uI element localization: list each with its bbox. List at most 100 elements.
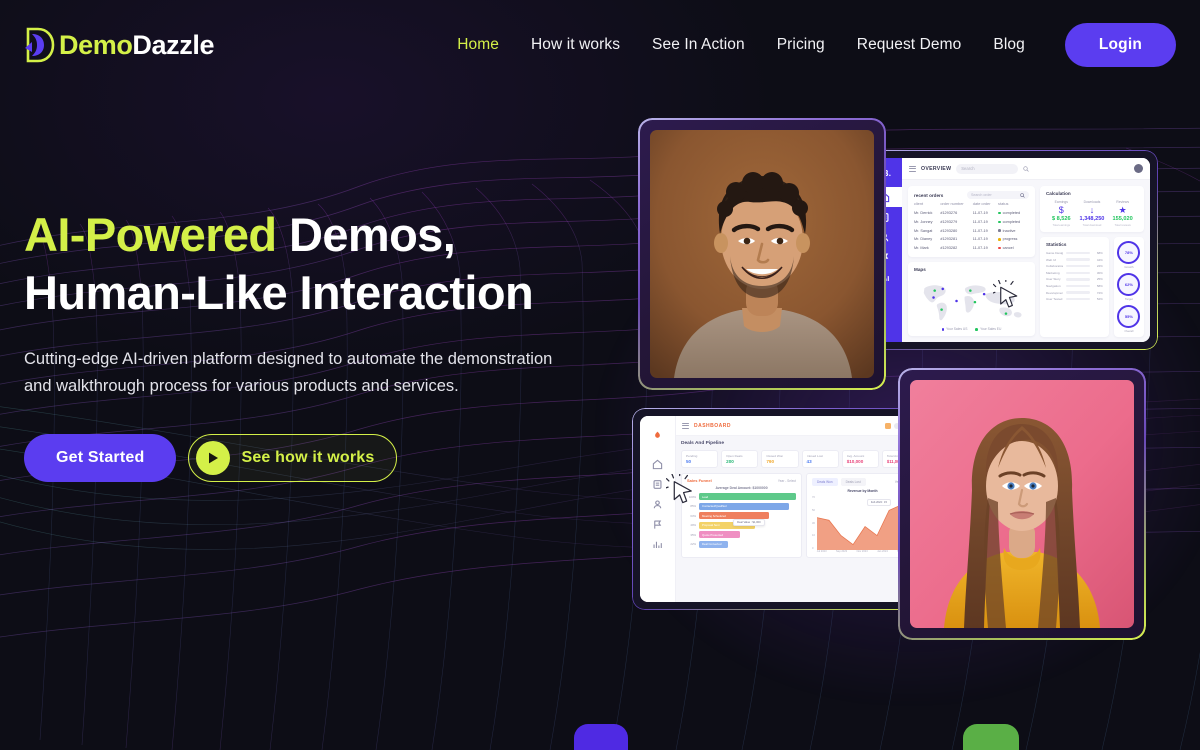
world-map	[914, 276, 1029, 326]
progress-ring: 62%	[1117, 273, 1141, 296]
table-row[interactable]: Mr. Dianey #1293281 11-07-19 progress	[914, 235, 1029, 244]
stat-bar: User Story 25%	[1045, 277, 1103, 282]
nav-item-pricing[interactable]: Pricing	[761, 28, 841, 62]
funnel-selector[interactable]: Year - Select	[778, 479, 796, 483]
get-started-button[interactable]: Get Started	[24, 433, 177, 482]
maps-card: Maps Your Sales US Your Sales EU	[908, 262, 1035, 337]
tab-deals-won[interactable]: Deals Won	[812, 478, 838, 486]
status-badge: completed	[1002, 219, 1021, 224]
hero-title-accent: AI-Powered	[24, 208, 277, 261]
nav-item-how-it-works[interactable]: How it works	[515, 28, 636, 62]
crm-sidebar	[640, 416, 676, 602]
see-how-it-works-label: See how it works	[241, 448, 375, 466]
cell-client: Mr. Mark	[914, 246, 929, 251]
kpi-card: Avg. Amount $10,000	[841, 450, 879, 468]
cell-client: Mr. Derrick	[914, 211, 933, 216]
stat-bar: Navigation 58%	[1045, 283, 1103, 288]
nav-item-see-in-action[interactable]: See In Action	[636, 28, 761, 62]
status-badge: progress	[1002, 237, 1018, 242]
recent-orders-card: recent orders Search order client order …	[908, 186, 1035, 258]
menu-icon[interactable]	[682, 422, 689, 429]
search-icon[interactable]	[1023, 165, 1029, 172]
dashboard-crm-mockup[interactable]: DASHBOARD Deals And Pipeline Filt	[632, 408, 932, 610]
cell-order: #1293282	[940, 246, 958, 251]
recent-orders-title: recent orders	[914, 192, 944, 198]
hero-section: AI-Powered Demos, Human-Like Interaction…	[24, 206, 604, 482]
chart-icon[interactable]	[640, 534, 676, 554]
funnel-bar: 35% Quote Presented	[687, 531, 796, 539]
stat-bar: Web UI 44%	[1045, 257, 1103, 262]
cell-order: #1293279	[940, 220, 958, 224]
crm-logo-icon	[653, 422, 662, 454]
orders-col-order: order number	[940, 201, 964, 206]
cell-order: #1293281	[940, 237, 958, 242]
brand-logo[interactable]: DemoDazzle	[22, 22, 214, 68]
cell-date: 11-07-19	[972, 220, 988, 224]
calculation-title: Calculation	[1045, 191, 1071, 196]
nav-item-blog[interactable]: Blog	[977, 28, 1040, 62]
kpi-card: Closed Won 790	[761, 450, 799, 468]
dashboard-overview-mockup[interactable]: DB.	[858, 150, 1158, 350]
statistics-card: Statistics Game Design68% Web UI44% Coll…	[1039, 237, 1109, 337]
avatar[interactable]	[1134, 164, 1143, 173]
table-row[interactable]: Mr. Derrick #1293276 11-07-19 completed	[914, 209, 1029, 218]
kpi-card: Closed Lost 43	[801, 450, 839, 468]
progress-ring: 78%	[1117, 241, 1141, 264]
crm-topbar: DASHBOARD	[676, 416, 924, 436]
tab-deals-lost[interactable]: Deals Lost	[840, 478, 866, 486]
hero-subtitle: Cutting-edge AI-driven platform designed…	[24, 350, 553, 395]
user-icon[interactable]	[640, 494, 676, 514]
stat-bar: Collaboration 22%	[1045, 264, 1103, 269]
cell-date: 11-07-19	[972, 246, 988, 251]
orders-col-date: date order	[972, 201, 991, 206]
table-row[interactable]: Mr. Jonney #1293279 11-07-19 completed	[914, 218, 1029, 227]
nav-item-request-demo[interactable]: Request Demo	[841, 28, 978, 62]
next-section-peek-green	[963, 724, 1019, 750]
statistics-title: Statistics	[1045, 242, 1067, 247]
login-button[interactable]: Login	[1064, 23, 1176, 67]
cell-order: #1293276	[940, 211, 958, 216]
main-navigation: Home How it works See In Action Pricing …	[441, 23, 1176, 67]
progress-rings-card: 78% Growth 62% Target 55% Overall	[1113, 237, 1144, 337]
kpi-card: Open Deals 200	[721, 450, 759, 468]
calc-reviews: Reviews ★ 155,020 Total reviews	[1107, 200, 1138, 227]
avatar-card-woman[interactable]	[898, 368, 1146, 640]
orders-search-input[interactable]: Search order	[966, 191, 1029, 199]
funnel-bar: 100% Lead	[687, 493, 797, 500]
dashboard-search-input[interactable]: Search	[956, 163, 1019, 174]
cell-date: 11-07-19	[972, 211, 988, 216]
funnel-tooltip: Deal Value : $1,000	[733, 518, 765, 526]
cell-date: 11-07-19	[972, 237, 988, 242]
table-row[interactable]: Mr. Sangat #1293280 11-07-19 inactive	[914, 226, 1029, 235]
man-portrait-illustration	[650, 130, 874, 378]
legend-item: Your Sales US	[941, 327, 967, 331]
map-legend: Your Sales US Your Sales EU	[914, 327, 1029, 331]
legend-item: Your Sales EU	[975, 327, 1001, 331]
stat-bar: Development 72%	[1045, 290, 1103, 295]
calculation-card: Calculation Earnings $ $ 8,526 Total ear…	[1039, 186, 1144, 232]
table-row[interactable]: Mr. Mark #1293282 11-07-19 cancel	[914, 244, 1029, 253]
revenue-tooltip: Feb 2024 : 15	[866, 499, 891, 507]
see-how-it-works-button[interactable]: See how it works	[188, 433, 398, 482]
star-icon: ★	[1118, 205, 1127, 215]
home-icon[interactable]	[640, 454, 676, 474]
dollar-icon: $	[1058, 205, 1064, 215]
funnel-subtitle: Average Deal Amount: $1000000	[715, 486, 768, 490]
status-badge: completed	[1002, 211, 1021, 216]
next-section-peek-purple	[574, 724, 628, 750]
cell-client: Mr. Dianey	[914, 237, 933, 242]
download-icon: ↓	[1089, 205, 1095, 215]
notification-icon[interactable]	[885, 422, 891, 429]
maps-title: Maps	[914, 267, 926, 273]
menu-icon[interactable]	[909, 165, 916, 172]
crm-title: DASHBOARD	[694, 422, 731, 429]
flag-icon[interactable]	[640, 514, 676, 534]
status-badge: inactive	[1002, 228, 1016, 233]
play-icon	[196, 440, 231, 475]
avatar-card-man[interactable]	[638, 118, 886, 390]
nav-item-home[interactable]: Home	[441, 28, 515, 62]
orders-col-client: client	[914, 201, 924, 206]
landing-page: DemoDazzle Home How it works See In Acti…	[0, 0, 1200, 750]
list-icon[interactable]	[640, 474, 676, 494]
crm-kpi-row: Pending 50 Open Deals 200 Closed Won 790 Cl…	[681, 450, 920, 468]
